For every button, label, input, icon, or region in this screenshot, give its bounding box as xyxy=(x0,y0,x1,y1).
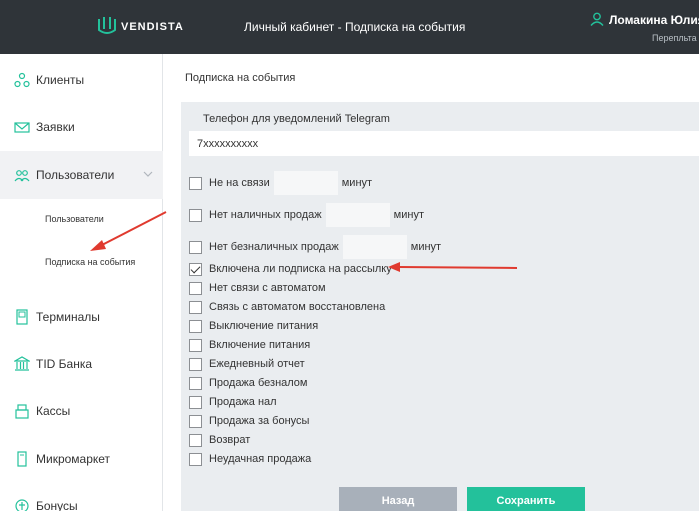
no-cashless-sales-checkbox[interactable] xyxy=(189,240,202,254)
row-label: Продажа безналом xyxy=(209,377,308,389)
save-button[interactable]: Сохранить xyxy=(467,487,585,511)
row-label: Нет наличных продаж xyxy=(209,209,322,221)
power-on-checkbox[interactable] xyxy=(189,338,202,352)
row-power-on[interactable]: Включение питания xyxy=(189,338,310,352)
sidebar-item-label: TID Банка xyxy=(36,357,93,371)
row-cash-sale[interactable]: Продажа нал xyxy=(189,395,277,409)
bonus-icon xyxy=(15,499,29,511)
row-label: Связь с автоматом восстановлена xyxy=(209,301,386,313)
row-label: Нет связи с автоматом xyxy=(209,282,326,294)
micromarket-icon xyxy=(17,451,27,467)
row-bonus-sale[interactable]: Продажа за бонусы xyxy=(189,414,309,428)
telegram-phone-input[interactable] xyxy=(189,131,699,156)
sidebar-item-tid-bank[interactable]: TID Банка xyxy=(0,340,163,388)
row-label: Возврат xyxy=(209,434,251,446)
sidebar-item-label: Клиенты xyxy=(36,73,85,87)
minutes-label: минут xyxy=(341,177,373,189)
sidebar-item-label: Заявки xyxy=(36,120,75,134)
row-subscription-enabled[interactable]: Включена ли подписка на рассылку xyxy=(189,262,392,276)
daily-report-checkbox[interactable] xyxy=(189,357,202,371)
page-header-title: Личный кабинет - Подписка на события xyxy=(244,20,466,34)
sidebar-item-micromarket[interactable]: Микромаркет xyxy=(0,435,163,483)
row-label: Выключение питания xyxy=(209,320,319,332)
row-label: Продажа за бонусы xyxy=(209,415,310,427)
row-cashless-sale[interactable]: Продажа безналом xyxy=(189,376,307,390)
bank-icon xyxy=(14,356,30,371)
user-subtitle[interactable]: Перепльта п xyxy=(652,33,699,43)
minutes-label: минут xyxy=(410,241,442,253)
row-label: Не на связи xyxy=(209,177,270,189)
row-label: Неудачная продажа xyxy=(209,453,312,465)
back-button[interactable]: Назад xyxy=(339,487,457,511)
user-icon[interactable] xyxy=(590,12,604,26)
row-daily-report[interactable]: Ежедневный отчет xyxy=(189,357,305,371)
failed-sale-checkbox[interactable] xyxy=(189,452,202,466)
row-no-cash-sales[interactable]: Нет наличных продаж минут xyxy=(189,203,424,227)
row-label: Нет безналичных продаж xyxy=(209,241,339,253)
mail-icon xyxy=(14,122,30,133)
offline-minutes-input[interactable] xyxy=(273,171,338,195)
cash-sale-checkbox[interactable] xyxy=(189,395,202,409)
no-cash-sales-minutes-input[interactable] xyxy=(325,203,390,227)
row-no-connection[interactable]: Нет связи с автоматом xyxy=(189,281,326,295)
telegram-phone-label: Телефон для уведомлений Telegram xyxy=(203,113,390,125)
logo-text: VENDISTA xyxy=(121,21,184,33)
row-label: Включение питания xyxy=(209,339,311,351)
connection-restored-checkbox[interactable] xyxy=(189,300,202,314)
sidebar-item-requests[interactable]: Заявки xyxy=(0,103,163,151)
sidebar-item-label: Пользователи xyxy=(36,168,115,182)
refund-checkbox[interactable] xyxy=(189,433,202,447)
sidebar-item-terminals[interactable]: Терминалы xyxy=(0,293,163,341)
no-cash-sales-checkbox[interactable] xyxy=(189,208,202,222)
row-label: Ежедневный отчет xyxy=(209,358,305,370)
row-refund[interactable]: Возврат xyxy=(189,433,250,447)
row-no-cashless-sales[interactable]: Нет безналичных продаж минут xyxy=(189,235,442,259)
sidebar-item-label: Микромаркет xyxy=(36,452,111,466)
sidebar-item-clients[interactable]: Клиенты xyxy=(0,56,163,104)
sidebar-subitem-users[interactable]: Пользователи xyxy=(45,214,104,224)
top-header: VENDISTA Личный кабинет - Подписка на со… xyxy=(0,0,699,54)
row-failed-sale[interactable]: Неудачная продажа xyxy=(189,452,311,466)
row-label: Продажа нал xyxy=(209,396,277,408)
terminal-icon xyxy=(16,309,28,325)
chevron-down-icon[interactable] xyxy=(143,169,153,179)
row-connection-restored[interactable]: Связь с автоматом восстановлена xyxy=(189,300,385,314)
cashbox-icon xyxy=(15,404,29,419)
row-power-off[interactable]: Выключение питания xyxy=(189,319,318,333)
sidebar-item-cashboxes[interactable]: Кассы xyxy=(0,387,163,435)
no-cashless-sales-minutes-input[interactable] xyxy=(342,235,407,259)
sidebar-item-bonuses[interactable]: Бонусы xyxy=(0,482,163,511)
sidebar: Клиенты Заявки Пользователи Пользователи… xyxy=(0,54,163,511)
main-content: Подписка на события Телефон для уведомле… xyxy=(163,54,699,511)
users-icon xyxy=(14,170,30,182)
sidebar-item-label: Бонусы xyxy=(36,499,78,511)
sidebar-subitem-event-subscription[interactable]: Подписка на события xyxy=(45,257,135,267)
cashless-sale-checkbox[interactable] xyxy=(189,376,202,390)
minutes-label: минут xyxy=(393,209,424,221)
clients-icon xyxy=(14,72,30,88)
subscription-enabled-checkbox[interactable] xyxy=(189,262,202,276)
row-label: Включена ли подписка на рассылку xyxy=(209,263,392,275)
page-title: Подписка на события xyxy=(185,72,296,84)
vendista-logo-icon[interactable] xyxy=(96,14,118,38)
subscription-form: Телефон для уведомлений Telegram Не на с… xyxy=(181,102,699,511)
sidebar-item-label: Терминалы xyxy=(36,310,100,324)
offline-checkbox[interactable] xyxy=(189,176,202,190)
sidebar-item-label: Кассы xyxy=(36,404,71,418)
row-offline[interactable]: Не на связи минут xyxy=(189,171,373,195)
no-connection-checkbox[interactable] xyxy=(189,281,202,295)
sidebar-item-users[interactable]: Пользователи xyxy=(0,151,163,199)
user-name[interactable]: Ломакина Юлия Вя xyxy=(609,13,699,27)
power-off-checkbox[interactable] xyxy=(189,319,202,333)
bonus-sale-checkbox[interactable] xyxy=(189,414,202,428)
